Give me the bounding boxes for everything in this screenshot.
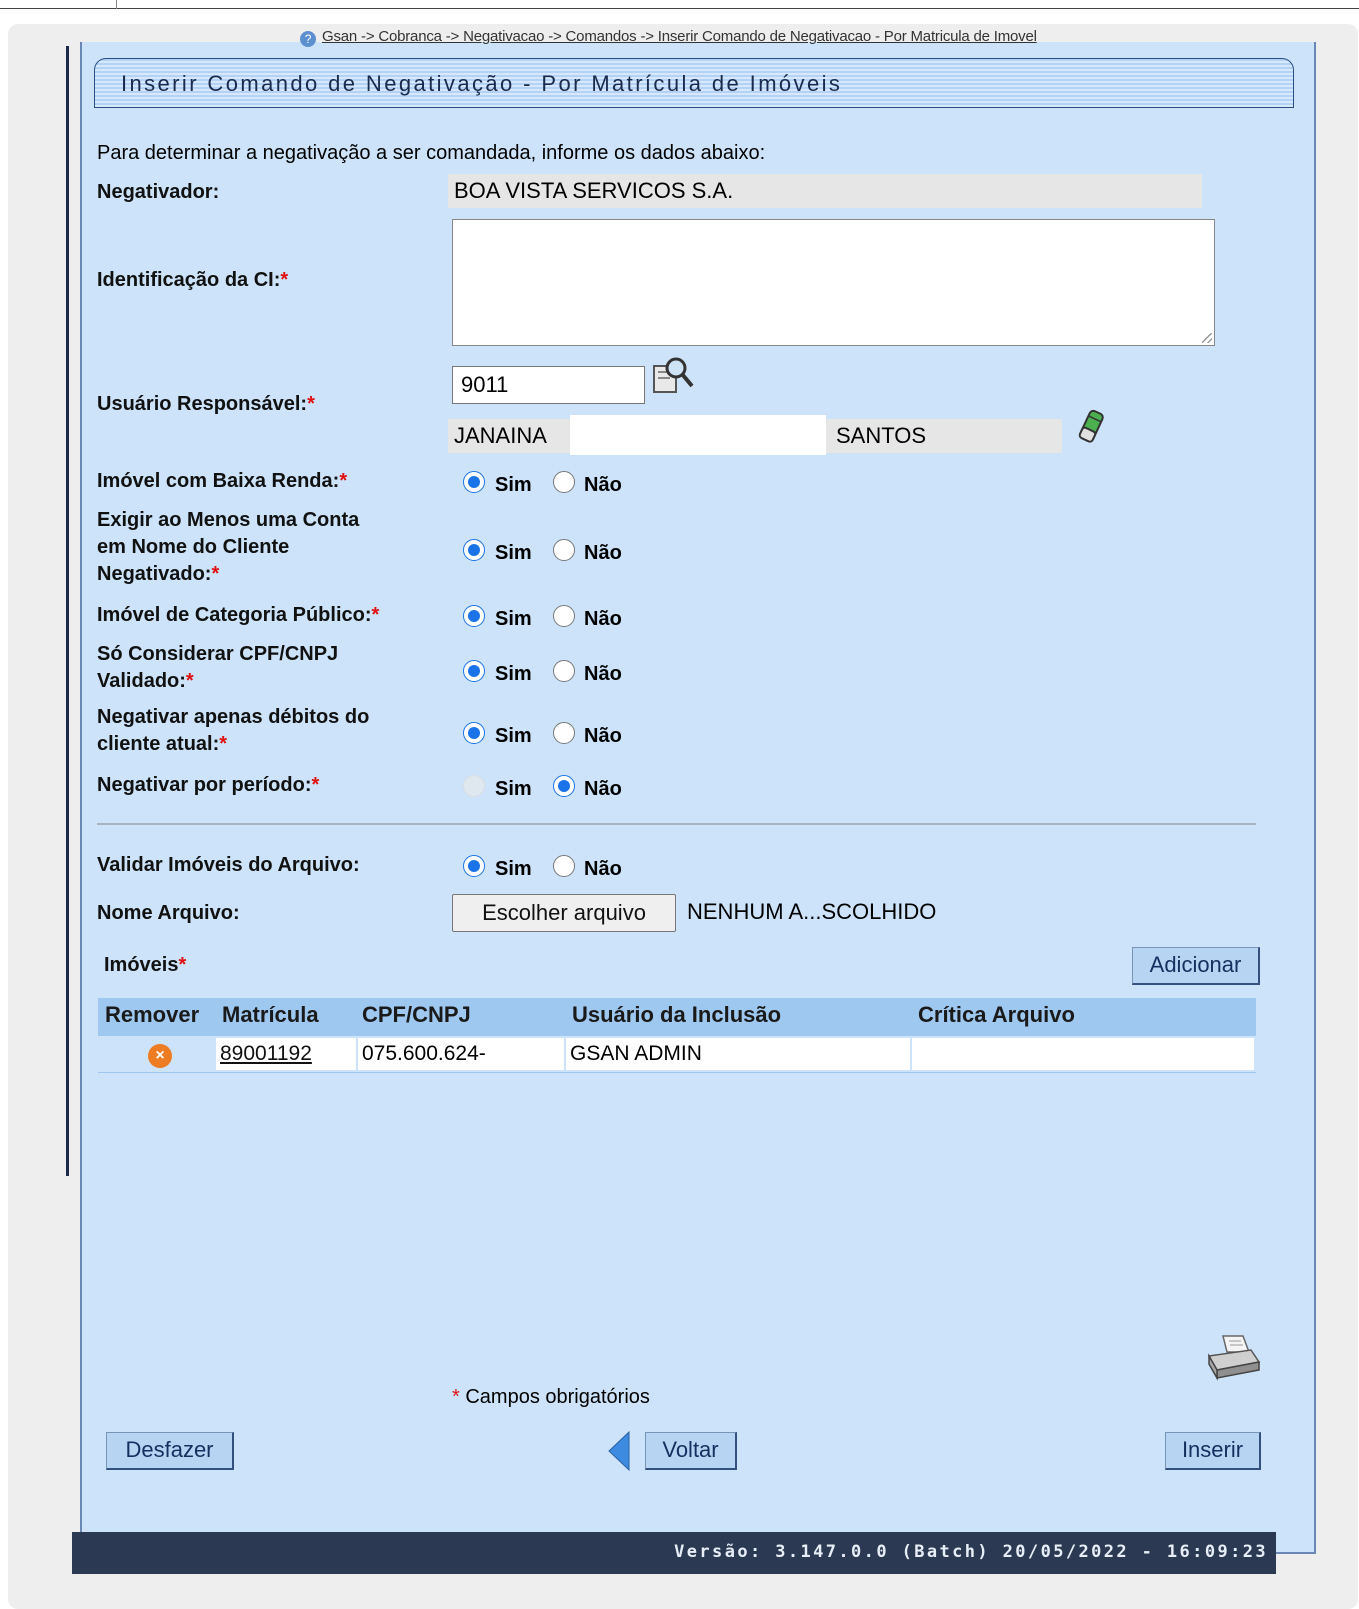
critica-cell bbox=[912, 1038, 1254, 1070]
exigir-conta-nao-label: Não bbox=[584, 542, 622, 564]
remove-icon[interactable]: × bbox=[148, 1044, 172, 1068]
redaction-block bbox=[570, 415, 826, 455]
debitos-nao-radio[interactable] bbox=[553, 722, 575, 744]
periodo-nao-label: Não bbox=[584, 778, 622, 800]
periodo-label: Negativar por período:* bbox=[97, 774, 320, 796]
identificacao-label: Identificação da CI:* bbox=[97, 269, 289, 291]
negativador-label: Negativador: bbox=[97, 181, 220, 203]
page-title-bar: Inserir Comando de Negativação - Por Mat… bbox=[94, 58, 1294, 108]
baixa-renda-sim-label: Sim bbox=[495, 474, 532, 496]
inserir-button[interactable]: Inserir bbox=[1165, 1432, 1261, 1470]
validar-arquivo-nao-label: Não bbox=[584, 858, 622, 880]
imoveis-label: Imóveis* bbox=[104, 954, 187, 976]
required-note: * Campos obrigatórios bbox=[452, 1386, 650, 1408]
breadcrumb-text[interactable]: Gsan -> Cobranca -> Negativacao -> Coman… bbox=[322, 28, 1037, 45]
debitos-nao-label: Não bbox=[584, 725, 622, 747]
voltar-button[interactable]: Voltar bbox=[645, 1432, 737, 1470]
desfazer-button[interactable]: Desfazer bbox=[106, 1432, 234, 1470]
validar-arquivo-sim-radio[interactable] bbox=[463, 855, 485, 877]
baixa-renda-label: Imóvel com Baixa Renda:* bbox=[97, 470, 348, 492]
choose-file-button[interactable]: Escolher arquivo bbox=[452, 894, 676, 932]
cpf-validado-nao-radio[interactable] bbox=[553, 660, 575, 682]
matricula-link[interactable]: 89001192 bbox=[216, 1038, 356, 1070]
col-remover: Remover bbox=[105, 1002, 200, 1027]
help-icon[interactable]: ? bbox=[300, 31, 316, 47]
file-status: NENHUM A...SCOLHIDO bbox=[687, 899, 937, 924]
resize-grip-icon[interactable] bbox=[1202, 333, 1212, 343]
left-scroll-bar bbox=[66, 46, 69, 1176]
baixa-renda-sim-radio[interactable] bbox=[463, 471, 485, 493]
breadcrumb[interactable]: ? Gsan -> Cobranca -> Negativacao -> Coma… bbox=[300, 28, 1037, 47]
validar-arquivo-label: Validar Imóveis do Arquivo: bbox=[97, 854, 360, 876]
exigir-conta-sim-radio[interactable] bbox=[463, 539, 485, 561]
col-critica: Crítica Arquivo bbox=[918, 1002, 1075, 1027]
usuario-code-input[interactable]: 9011 bbox=[452, 366, 645, 404]
search-icon[interactable] bbox=[652, 354, 696, 396]
exigir-conta-label: Exigir ao Menos uma Conta em Nome do Cli… bbox=[97, 509, 360, 585]
validar-arquivo-sim-label: Sim bbox=[495, 858, 532, 880]
debitos-sim-radio[interactable] bbox=[463, 722, 485, 744]
baixa-renda-nao-radio[interactable] bbox=[553, 471, 575, 493]
categoria-publico-nao-label: Não bbox=[584, 608, 622, 630]
table-row: × 89001192 075.600.624- GSAN ADMIN bbox=[98, 1036, 1256, 1073]
validar-arquivo-nao-radio[interactable] bbox=[553, 855, 575, 877]
adicionar-button[interactable]: Adicionar bbox=[1132, 947, 1260, 985]
col-matricula: Matrícula bbox=[222, 1002, 319, 1027]
exigir-conta-label-line2: em Nome do Cliente bbox=[97, 536, 290, 558]
debitos-label-line2: cliente atual: bbox=[97, 733, 220, 755]
cpf-cell: 075.600.624- bbox=[358, 1038, 564, 1070]
top-rule bbox=[0, 8, 1359, 9]
col-usuario: Usuário da Inclusão bbox=[572, 1002, 782, 1027]
footer-bar: Versão: 3.147.0.0 (Batch) 20/05/2022 - 1… bbox=[72, 1532, 1276, 1574]
categoria-publico-label: Imóvel de Categoria Público:* bbox=[97, 604, 380, 626]
categoria-publico-sim-label: Sim bbox=[495, 608, 532, 630]
table-header: Remover Matrícula CPF/CNPJ Usuário da In… bbox=[98, 998, 1256, 1036]
exigir-conta-nao-radio[interactable] bbox=[553, 539, 575, 561]
debitos-label: Negativar apenas débitos do cliente atua… bbox=[97, 706, 370, 755]
usuario-inclusao-cell: GSAN ADMIN bbox=[566, 1038, 910, 1070]
intro-text: Para determinar a negativação a ser coma… bbox=[97, 142, 766, 164]
exigir-conta-label-line3: Negativado: bbox=[97, 563, 212, 585]
periodo-sim-label: Sim bbox=[495, 778, 532, 800]
nome-arquivo-label: Nome Arquivo: bbox=[97, 902, 240, 924]
cpf-validado-nao-label: Não bbox=[584, 663, 622, 685]
col-cpf: CPF/CNPJ bbox=[362, 1002, 471, 1027]
periodo-nao-radio[interactable] bbox=[553, 775, 575, 797]
version-text: Versão: 3.147.0.0 (Batch) 20/05/2022 - 1… bbox=[674, 1542, 1268, 1562]
cpf-validado-sim-radio[interactable] bbox=[463, 660, 485, 682]
remove-cell: × bbox=[100, 1038, 214, 1070]
baixa-renda-nao-label: Não bbox=[584, 474, 622, 496]
back-arrow-icon[interactable] bbox=[607, 1430, 631, 1472]
cpf-validado-label-line2: Validado: bbox=[97, 670, 186, 692]
top-rule-tick bbox=[116, 0, 117, 9]
usuario-name-first: JANAINA bbox=[454, 423, 547, 448]
page-title: Inserir Comando de Negativação - Por Mat… bbox=[121, 71, 843, 96]
categoria-publico-sim-radio[interactable] bbox=[463, 605, 485, 627]
negativador-value: BOA VISTA SERVICOS S.A. bbox=[448, 174, 1202, 208]
debitos-sim-label: Sim bbox=[495, 725, 532, 747]
usuario-label: Usuário Responsável:* bbox=[97, 393, 315, 415]
exigir-conta-sim-label: Sim bbox=[495, 542, 532, 564]
debitos-label-line1: Negativar apenas débitos do bbox=[97, 706, 370, 728]
cpf-validado-sim-label: Sim bbox=[495, 663, 532, 685]
identificacao-textarea[interactable] bbox=[452, 219, 1215, 346]
usuario-name-last: SANTOS bbox=[836, 423, 927, 448]
printer-icon[interactable] bbox=[1205, 1332, 1261, 1382]
cpf-validado-label: Só Considerar CPF/CNPJ Validado:* bbox=[97, 643, 339, 692]
periodo-sim-radio bbox=[463, 775, 485, 797]
exigir-conta-label-line1: Exigir ao Menos uma Conta bbox=[97, 509, 360, 531]
section-divider bbox=[97, 823, 1256, 825]
cpf-validado-label-line1: Só Considerar CPF/CNPJ bbox=[97, 643, 339, 665]
eraser-icon[interactable] bbox=[1076, 408, 1106, 446]
categoria-publico-nao-radio[interactable] bbox=[553, 605, 575, 627]
